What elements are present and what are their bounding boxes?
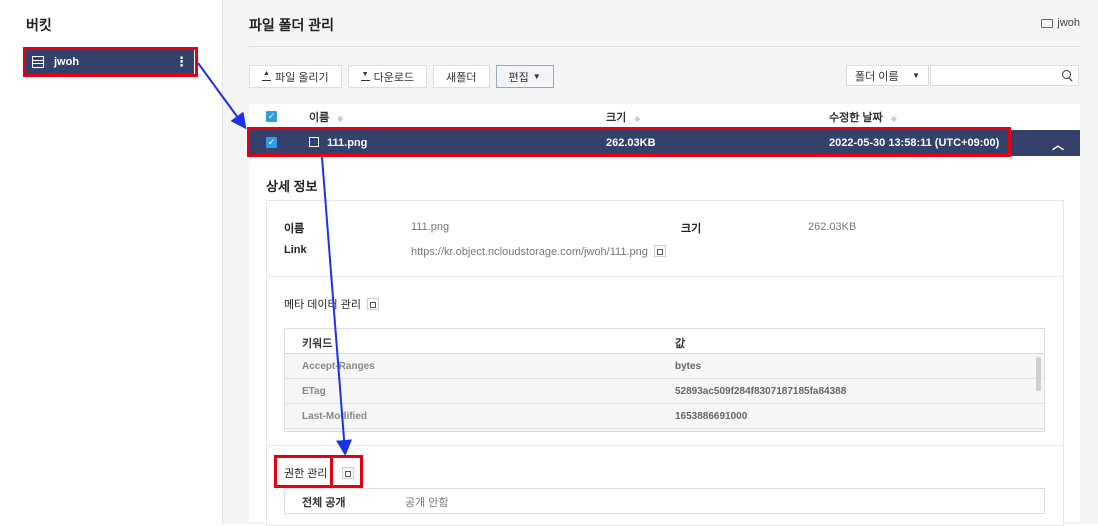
new-folder-button[interactable]: 새폴더 xyxy=(433,65,490,88)
divider xyxy=(267,445,1063,446)
download-button[interactable]: 다운로드 xyxy=(347,65,428,88)
link-value[interactable]: https://kr.object.ncloudstorage.com/jwoh… xyxy=(411,246,648,258)
meta-edit-icon[interactable] xyxy=(366,298,379,310)
name-value: 111.png xyxy=(411,221,450,233)
page-title: 파일 폴더 관리 xyxy=(249,17,335,33)
main-panel: 파일 폴더 관리 jwoh 파일 올리기 다운로드 새폴더 편집 ▼ 폴더 이름… xyxy=(223,0,1098,526)
caret-down-icon: ▼ xyxy=(532,72,541,81)
file-modified-cell: 2022-05-30 13:58:11 (UTC+09:00) xyxy=(829,137,1000,149)
meta-title-wrap: 메타 데이터 관리 xyxy=(284,296,379,312)
table-row: ETag 52893ac509f284f8307187185fa84388 xyxy=(285,379,1044,404)
sort-icon: ◆ xyxy=(634,114,641,123)
col-size-label: 크기 xyxy=(606,112,627,124)
table-header: ✓ 이름 ◆ 크기 ◆ 수정한 날짜 ◆ xyxy=(249,104,1080,130)
meta-table-header: 키워드 값 xyxy=(285,329,1044,354)
caret-down-icon: ▼ xyxy=(912,71,920,80)
search-input[interactable] xyxy=(930,65,1079,86)
download-label: 다운로드 xyxy=(373,71,415,84)
file-name-cell: 111.png xyxy=(309,137,367,149)
detail-panel: 상세 정보 이름 111.png 크기 262.03KB Link https:… xyxy=(249,156,1080,526)
perm-edit-icon[interactable] xyxy=(341,467,354,479)
meta-key: Accept-Ranges xyxy=(302,361,375,372)
sort-icon: ◆ xyxy=(337,114,344,123)
detail-title: 상세 정보 xyxy=(266,179,318,194)
upload-label: 파일 올리기 xyxy=(275,71,329,84)
meta-value: 52893ac509f284f8307187185fa84388 xyxy=(675,386,847,397)
select-all-checkbox[interactable]: ✓ xyxy=(266,111,277,122)
bucket-name: jwoh xyxy=(54,56,80,68)
meta-value: bytes xyxy=(675,361,702,372)
sidebar: 버킷 jwoh ⋮ xyxy=(0,0,223,524)
perm-key: 전체 공개 xyxy=(302,497,346,509)
table-row: Last-Modified 1653886691000 xyxy=(285,404,1044,429)
image-file-icon xyxy=(309,137,319,147)
copy-icon[interactable] xyxy=(653,245,666,257)
more-vertical-icon[interactable]: ⋮ xyxy=(175,54,188,70)
chevron-up-icon[interactable]: ︿ xyxy=(1052,136,1064,153)
toolbar: 파일 올리기 다운로드 새폴더 편집 ▼ xyxy=(249,65,554,88)
bucket-icon xyxy=(32,56,44,68)
upload-button[interactable]: 파일 올리기 xyxy=(249,65,342,88)
meta-table: 키워드 값 Accept-Ranges bytes ETag 52893ac50… xyxy=(284,328,1045,432)
table-row[interactable]: ✓ 111.png 262.03KB 2022-05-30 13:58:11 (… xyxy=(249,130,1080,156)
table-row: Accept-Ranges bytes xyxy=(285,354,1044,379)
sidebar-item-jwoh[interactable]: jwoh ⋮ xyxy=(26,50,194,74)
breadcrumb-label: jwoh xyxy=(1057,17,1080,29)
col-name-header[interactable]: 이름 ◆ xyxy=(309,109,343,125)
link-value-wrap: https://kr.object.ncloudstorage.com/jwoh… xyxy=(411,245,666,258)
scrollbar-thumb[interactable] xyxy=(1036,357,1041,391)
meta-key: ETag xyxy=(302,386,326,397)
search-type-label: 폴더 이름 xyxy=(855,70,899,83)
col-modified-label: 수정한 날짜 xyxy=(829,112,883,124)
col-modified-header[interactable]: 수정한 날짜 ◆ xyxy=(829,109,897,125)
col-size-header[interactable]: 크기 ◆ xyxy=(606,109,640,125)
perm-value: 공개 안함 xyxy=(405,497,449,509)
folder-icon xyxy=(1041,18,1054,28)
search-type-select[interactable]: 폴더 이름 ▼ xyxy=(846,65,929,86)
meta-value: 1653886691000 xyxy=(675,411,748,422)
meta-title: 메타 데이터 관리 xyxy=(284,299,361,311)
row-checkbox[interactable]: ✓ xyxy=(266,137,277,148)
name-key: 이름 xyxy=(284,223,305,235)
link-key: Link xyxy=(284,244,307,256)
perm-row: 전체 공개 공개 안함 xyxy=(284,488,1045,514)
sort-icon: ◆ xyxy=(890,114,897,123)
meta-value-header: 값 xyxy=(675,338,686,350)
edit-dropdown-button[interactable]: 편집 ▼ xyxy=(495,65,554,88)
detail-info-box: 이름 111.png 크기 262.03KB Link https://kr.o… xyxy=(266,200,1064,526)
meta-key-header: 키워드 xyxy=(302,338,333,350)
size-key: 크기 xyxy=(681,223,702,235)
edit-label: 편집 xyxy=(508,71,529,84)
size-value: 262.03KB xyxy=(808,221,857,233)
perm-title-wrap: 권한 관리 xyxy=(284,465,354,481)
col-name-label: 이름 xyxy=(309,112,330,124)
perm-title: 권한 관리 xyxy=(284,468,328,480)
divider xyxy=(267,276,1063,277)
meta-key: Last-Modified xyxy=(302,411,367,422)
file-size-cell: 262.03KB xyxy=(606,137,656,149)
file-table: ✓ 이름 ◆ 크기 ◆ 수정한 날짜 ◆ ✓ 111.png 262.03KB 202… xyxy=(249,104,1080,526)
breadcrumb[interactable]: jwoh xyxy=(1041,17,1080,29)
upload-icon xyxy=(262,70,271,81)
file-name: 111.png xyxy=(327,137,368,149)
divider xyxy=(249,46,1080,47)
sidebar-title: 버킷 xyxy=(26,17,52,33)
download-icon xyxy=(360,71,370,81)
search-icon[interactable] xyxy=(1062,70,1071,79)
